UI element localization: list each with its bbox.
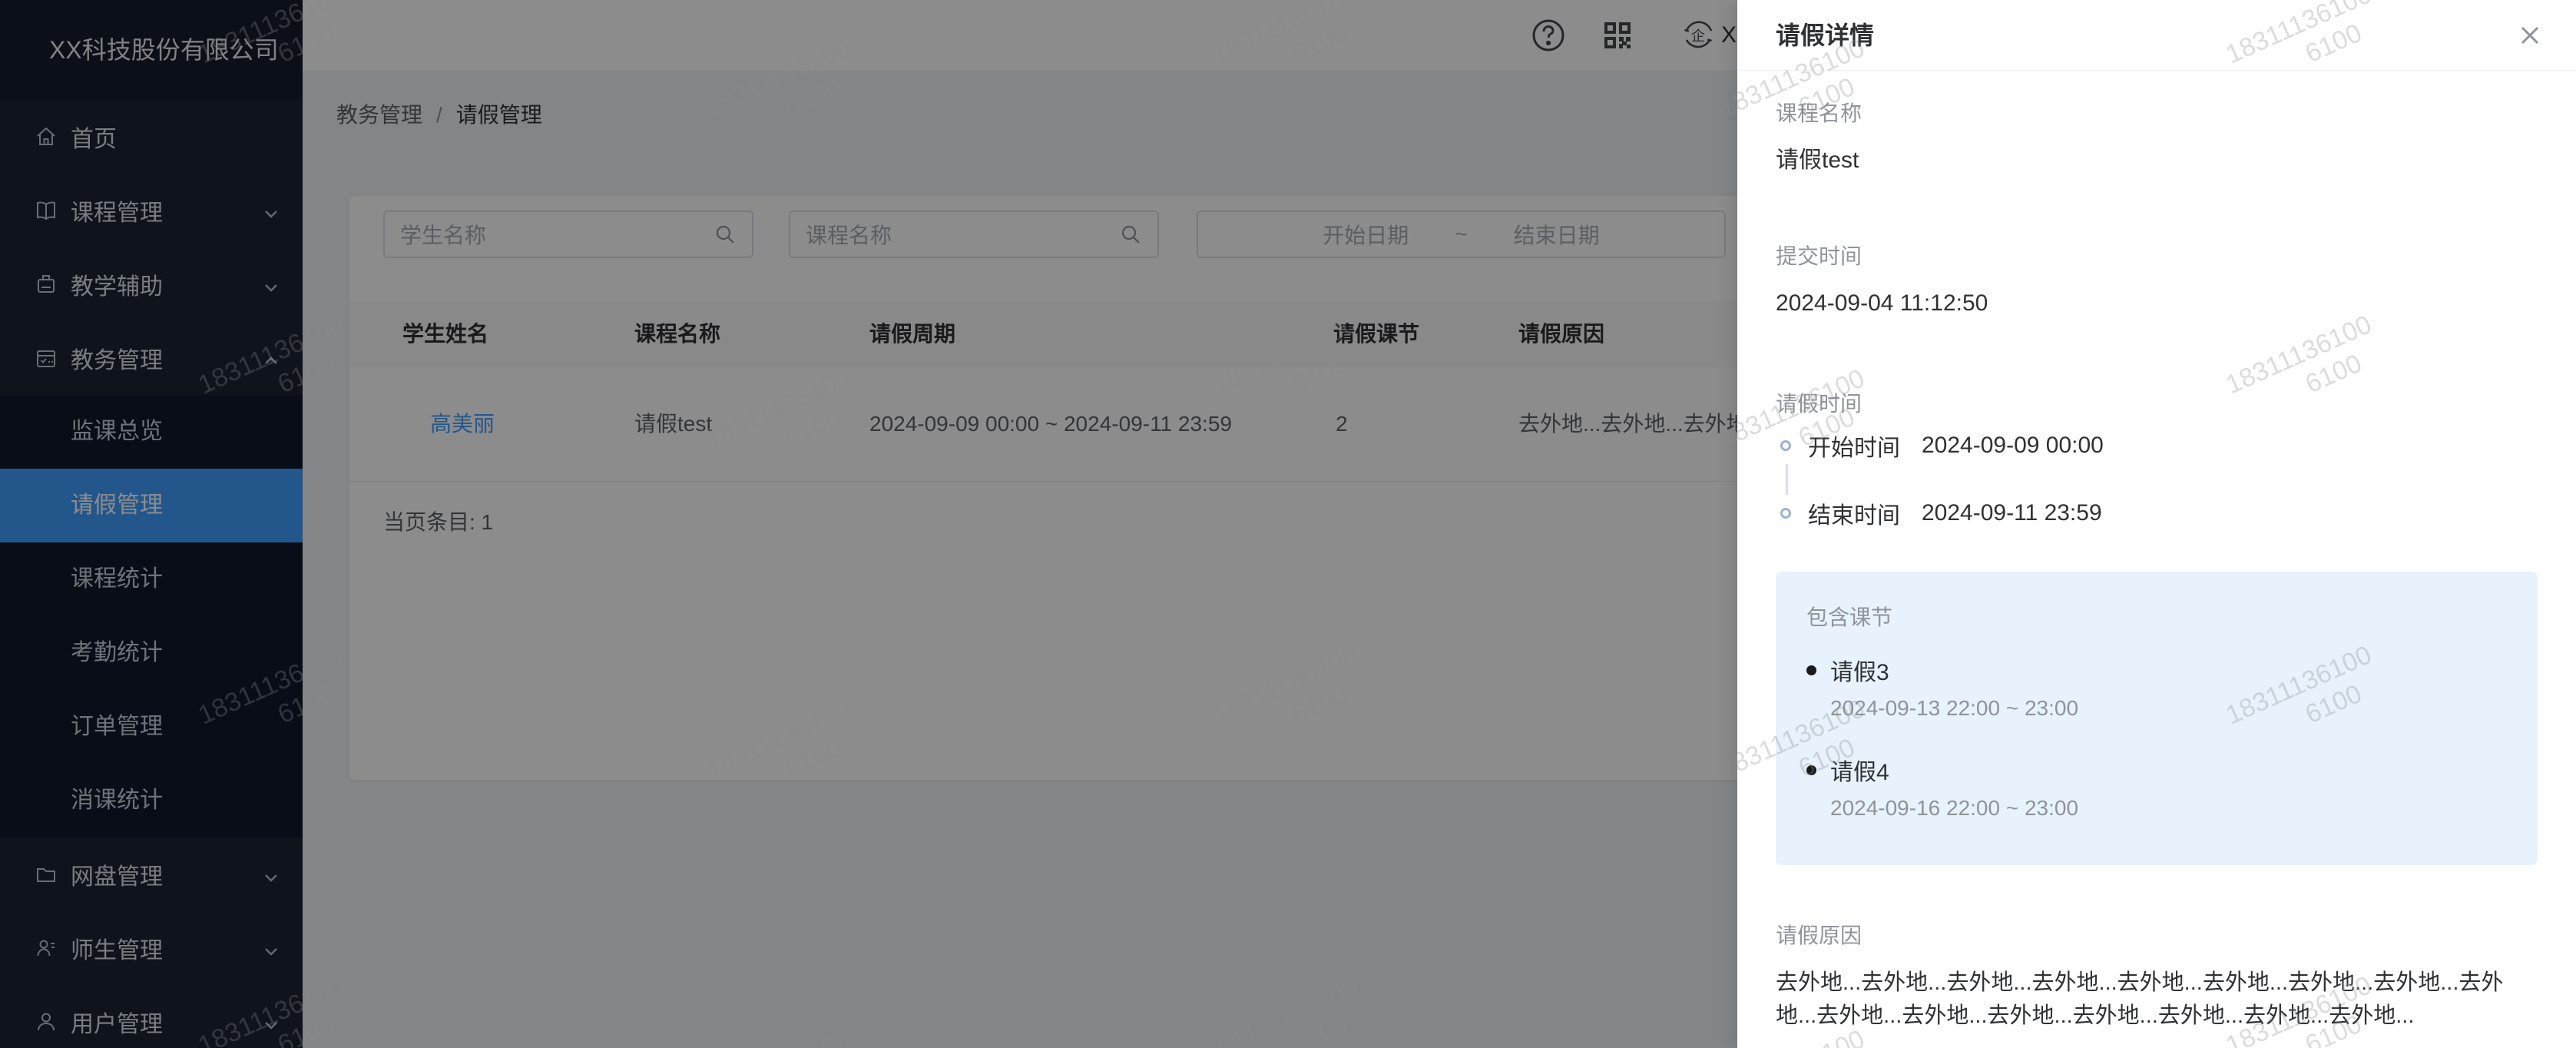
start-time-label: 开始时间: [1808, 429, 1922, 463]
timeline-connector: [1786, 464, 2538, 495]
leave-detail-drawer: 请假详情 课程名称 请假test 提交时间 2024-09-04 11:12:5…: [1737, 0, 2576, 1048]
leave-time-label: 请假时间: [1776, 389, 2538, 420]
lesson-item-time: 2024-09-16 22:00 ~ 23:00: [1806, 796, 2507, 821]
included-lessons-label: 包含课节: [1806, 602, 2507, 633]
timeline-start-row: 开始时间 2024-09-09 00:00: [1776, 430, 2538, 461]
timeline-dot-icon: [1780, 440, 1791, 451]
leave-reason-label: 请假原因: [1776, 920, 2538, 951]
end-time-value: 2024-09-11 23:59: [1922, 500, 2102, 526]
bullet-icon: [1806, 765, 1816, 775]
submit-time-value: 2024-09-04 11:12:50: [1776, 287, 2538, 320]
submit-time-label: 提交时间: [1776, 241, 2538, 272]
lesson-name-text: 请假4: [1830, 753, 1889, 787]
lesson-name-text: 请假3: [1830, 653, 1889, 687]
end-time-label: 结束时间: [1808, 496, 1922, 530]
app-window: XX科技股份有限公司 首页 课程管理 教学辅助 教务管理: [0, 0, 2576, 1048]
lesson-item-time: 2024-09-13 22:00 ~ 23:00: [1806, 696, 2507, 721]
course-name-value: 请假test: [1776, 144, 2538, 177]
leave-reason-value: 去外地...去外地...去外地...去外地...去外地...去外地...去外地.…: [1776, 967, 2538, 1033]
drawer-body: 课程名称 请假test 提交时间 2024-09-04 11:12:50 请假时…: [1737, 71, 2576, 1033]
lesson-item-name: 请假4: [1806, 753, 2507, 787]
drawer-header: 请假详情: [1737, 0, 2576, 71]
start-time-value: 2024-09-09 00:00: [1922, 433, 2104, 459]
timeline-dot-icon: [1780, 508, 1791, 519]
leave-reason-section: 请假原因 去外地...去外地...去外地...去外地...去外地...去外地..…: [1776, 920, 2538, 1033]
drawer-title: 请假详情: [1776, 0, 1874, 71]
timeline-end-row: 结束时间 2024-09-11 23:59: [1776, 498, 2538, 529]
bullet-icon: [1806, 665, 1816, 675]
close-icon[interactable]: [2515, 20, 2545, 51]
included-lessons-box: 包含课节 请假3 2024-09-13 22:00 ~ 23:00 请假4 20…: [1776, 572, 2538, 865]
course-name-label: 课程名称: [1776, 98, 2538, 129]
lesson-item-name: 请假3: [1806, 653, 2507, 687]
